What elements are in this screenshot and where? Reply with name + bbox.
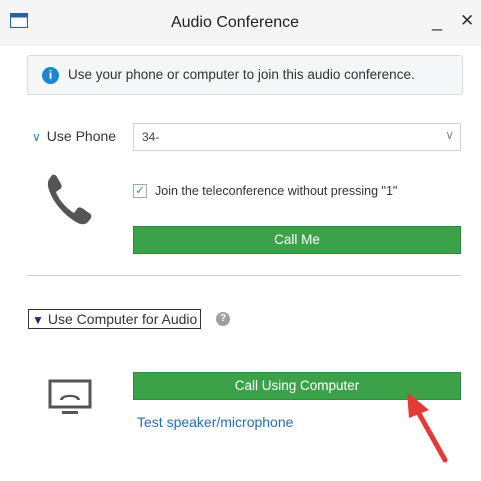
- chevron-down-icon: ∨: [32, 130, 41, 144]
- info-banner: i Use your phone or computer to join thi…: [27, 55, 463, 95]
- join-without-pressing-label: Join the teleconference without pressing…: [155, 184, 398, 198]
- chevron-down-icon: ▼: [32, 313, 44, 327]
- use-phone-toggle[interactable]: ∨ Use Phone: [32, 128, 116, 144]
- phone-number-dropdown[interactable]: 34- ∨: [133, 123, 461, 151]
- section-divider: [27, 275, 461, 276]
- audio-conference-window: Audio Conference _ ✕ i Use your phone or…: [0, 0, 481, 481]
- info-icon: i: [42, 67, 59, 84]
- help-icon[interactable]: ?: [216, 312, 230, 326]
- use-computer-audio-label: Use Computer for Audio: [47, 311, 198, 327]
- minimize-button[interactable]: _: [426, 10, 448, 32]
- use-phone-label: Use Phone: [46, 128, 117, 144]
- info-text: Use your phone or computer to join this …: [68, 67, 415, 82]
- chevron-down-icon: ∨: [445, 128, 454, 142]
- red-annotation-arrow: [407, 392, 448, 463]
- test-speaker-microphone-link[interactable]: Test speaker/microphone: [137, 414, 293, 430]
- join-without-pressing-checkbox[interactable]: ✓: [133, 184, 147, 198]
- close-button[interactable]: ✕: [460, 10, 481, 32]
- window-title: Audio Conference: [170, 14, 300, 31]
- computer-audio-icon: [48, 379, 92, 414]
- phone-handset-icon: [47, 174, 92, 225]
- title-bar[interactable]: Audio Conference _ ✕: [0, 0, 481, 46]
- phone-number-value: 34-: [142, 130, 160, 144]
- use-computer-audio-toggle[interactable]: ▼ Use Computer for Audio: [28, 309, 202, 329]
- call-me-button[interactable]: Call Me: [133, 226, 461, 254]
